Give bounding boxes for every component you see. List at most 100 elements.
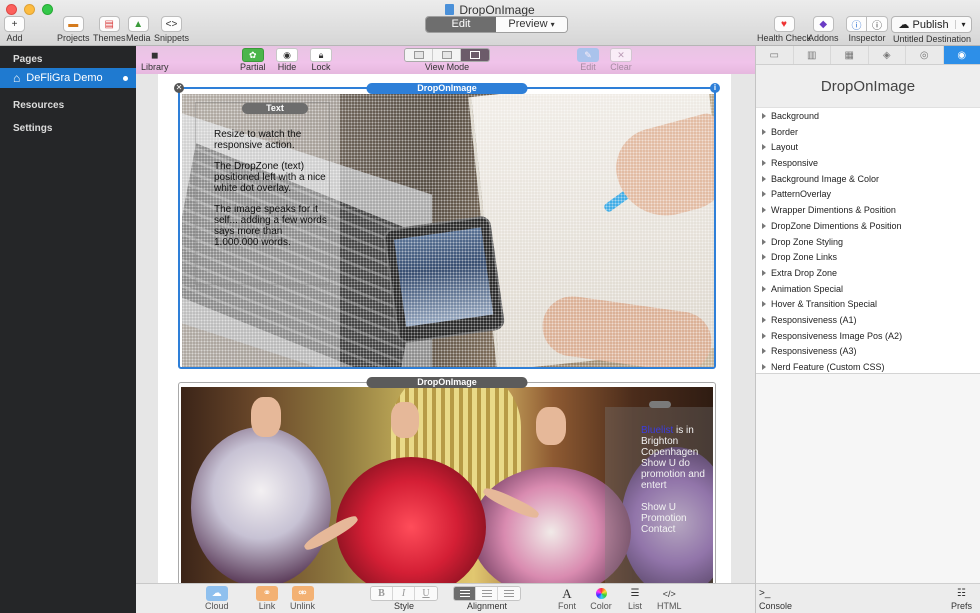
hero-image-laptop: Text Resize to watch the responsive acti… bbox=[182, 94, 714, 367]
cloud-button[interactable]: ☁ Cloud bbox=[205, 586, 229, 611]
tab-stack[interactable]: ◉ bbox=[943, 46, 980, 64]
align-center-button[interactable] bbox=[476, 587, 498, 600]
drop-on-image-zone-1[interactable]: Text Resize to watch the responsive acti… bbox=[174, 83, 720, 369]
view-mode-small[interactable] bbox=[405, 49, 433, 61]
inspector-section-item[interactable]: PatternOverlay bbox=[756, 187, 980, 203]
font-button[interactable]: A Font bbox=[556, 586, 578, 612]
unlink-button[interactable]: ⚮ Unlink bbox=[290, 586, 315, 611]
tab-target[interactable]: ◎ bbox=[906, 46, 944, 64]
inspector-section-item[interactable]: Animation Special bbox=[756, 282, 980, 298]
sidebar-page-label: DeFliGra Demo bbox=[26, 72, 103, 84]
inspector-section-item[interactable]: Responsiveness Image Pos (A2) bbox=[756, 329, 980, 345]
wrapper-icon: ▦ bbox=[844, 49, 854, 61]
prefs-button[interactable]: ☷ Prefs bbox=[951, 586, 972, 611]
hero-image-dancers: Bluelist is in Brighton Copenhagen Show … bbox=[181, 387, 713, 583]
tab-tag[interactable]: ◈ bbox=[869, 46, 906, 64]
publish-button[interactable]: ☁ Publish ▾ bbox=[891, 16, 972, 33]
sidebar-item-resources[interactable]: Resources bbox=[0, 94, 136, 117]
inspector-section-label: Background Image & Color bbox=[771, 173, 880, 184]
side-zone-handle[interactable] bbox=[649, 401, 671, 408]
text-zone-label[interactable]: Text bbox=[242, 103, 308, 114]
partial-label: Partial bbox=[240, 62, 266, 72]
inspector-section-item[interactable]: Layout bbox=[756, 140, 980, 156]
inspector-section-item[interactable]: Drop Zone Styling bbox=[756, 235, 980, 251]
disclosure-triangle-icon bbox=[762, 332, 766, 339]
chevron-down-icon[interactable]: ▾ bbox=[955, 20, 971, 29]
bold-button[interactable]: B bbox=[371, 587, 393, 600]
console-button[interactable]: >_ Console bbox=[759, 586, 792, 611]
addons-button[interactable]: ◆ Addons bbox=[808, 16, 839, 43]
media-icon: ▲ bbox=[127, 16, 149, 32]
list-button[interactable]: ☰ List bbox=[624, 586, 646, 611]
inspector-section-item[interactable]: Drop Zone Links bbox=[756, 250, 980, 266]
publish-main[interactable]: ☁ Publish bbox=[892, 18, 955, 31]
cloud-icon: ☁ bbox=[205, 586, 228, 601]
inspector-section-item[interactable]: DropZone Dimentions & Position bbox=[756, 219, 980, 235]
lock-button[interactable]: 🔒︎ Lock bbox=[310, 48, 332, 72]
tab-layout[interactable]: ▥ bbox=[794, 46, 831, 64]
health-check-button[interactable]: ♥ Health Check bbox=[757, 16, 811, 43]
inspector-section-item[interactable]: Background Image & Color bbox=[756, 172, 980, 188]
side-text[interactable]: Bluelist is in Brighton Copenhagen Show … bbox=[641, 425, 713, 546]
sidebar: Pages ⌂ DeFliGra Demo Resources Settings bbox=[0, 46, 136, 613]
dancer-shape bbox=[191, 427, 331, 583]
inspector-tabs: ▭ ▥ ▦ ◈ ◎ ◉ bbox=[756, 46, 980, 65]
color-button[interactable]: Color bbox=[590, 586, 612, 611]
view-mode-medium[interactable] bbox=[433, 49, 461, 61]
projects-button[interactable]: ▬ Projects bbox=[57, 16, 90, 43]
upload-icon: ☁ bbox=[898, 19, 910, 31]
info-icon: ⓘ bbox=[846, 16, 867, 32]
partial-button[interactable]: ✿ Partial bbox=[240, 48, 266, 72]
sliders-icon: ☷ bbox=[957, 588, 966, 599]
zone-label[interactable]: DropOnImage bbox=[366, 83, 528, 94]
inspector-section-item[interactable]: Border bbox=[756, 125, 980, 141]
page-icon: ▭ bbox=[769, 49, 779, 61]
drop-on-image-zone-2[interactable]: Bluelist is in Brighton Copenhagen Show … bbox=[178, 377, 716, 583]
skin-shape bbox=[251, 397, 281, 437]
inspector-section-item[interactable]: Background bbox=[756, 109, 980, 125]
library-button[interactable]: ◼ Library bbox=[141, 48, 169, 73]
inspector-section-item[interactable]: Responsive bbox=[756, 156, 980, 172]
side-highlight: Bluelist bbox=[641, 425, 674, 436]
edit-button[interactable]: ✎ Edit bbox=[577, 48, 599, 72]
inspector-button[interactable]: ⓘ ⓘ Inspector bbox=[846, 16, 888, 43]
window-title-text: DropOnImage bbox=[459, 3, 535, 17]
inspector-section-item[interactable]: Hover & Transition Special bbox=[756, 297, 980, 313]
link-button[interactable]: ⚭ Link bbox=[256, 586, 278, 611]
view-mode-full[interactable] bbox=[461, 49, 489, 61]
edit-preview-toggle: Edit Preview ▾ bbox=[425, 16, 568, 33]
add-button[interactable]: + Add bbox=[4, 16, 25, 43]
zone-label[interactable]: DropOnImage bbox=[366, 377, 528, 388]
align-left-button[interactable] bbox=[454, 587, 476, 600]
inspector-section-item[interactable]: Responsiveness (A3) bbox=[756, 344, 980, 360]
inspector-section-item[interactable]: Responsiveness (A1) bbox=[756, 313, 980, 329]
inspector-section-label: Nerd Feature (Custom CSS) bbox=[771, 362, 885, 372]
html-button[interactable]: </> HTML bbox=[657, 586, 682, 612]
inspector-section-label: Wrapper Dimentions & Position bbox=[771, 205, 896, 216]
inspector-section-label: Responsive bbox=[771, 158, 819, 169]
hide-button[interactable]: ◉ Hide bbox=[276, 48, 298, 72]
terminal-icon: >_ bbox=[759, 588, 771, 599]
edit-mode-button[interactable]: Edit bbox=[426, 17, 496, 32]
inspector-section-item[interactable]: Wrapper Dimentions & Position bbox=[756, 203, 980, 219]
themes-button[interactable]: ▤ Themes bbox=[93, 16, 126, 43]
preview-mode-button[interactable]: Preview ▾ bbox=[496, 17, 567, 32]
style-label: Style bbox=[393, 601, 414, 611]
inspector-section-item[interactable]: Extra Drop Zone bbox=[756, 266, 980, 282]
close-icon[interactable]: ✕ bbox=[174, 83, 184, 93]
underline-button[interactable]: U bbox=[415, 587, 437, 600]
overlay-text[interactable]: Resize to watch the responsive action. T… bbox=[214, 129, 329, 258]
align-right-button[interactable] bbox=[498, 587, 520, 600]
alignment-label: Alignment bbox=[466, 601, 508, 611]
sidebar-page-current[interactable]: ⌂ DeFliGra Demo bbox=[0, 68, 136, 88]
clear-button[interactable]: ✕ Clear bbox=[610, 48, 632, 72]
tab-wrapper[interactable]: ▦ bbox=[831, 46, 869, 64]
italic-button[interactable]: I bbox=[393, 587, 415, 600]
info-icon[interactable]: i bbox=[710, 83, 720, 93]
tab-page[interactable]: ▭ bbox=[756, 46, 794, 64]
sidebar-item-settings[interactable]: Settings bbox=[0, 117, 136, 140]
clear-label: Clear bbox=[610, 62, 632, 72]
stack-icon: ◉ bbox=[957, 49, 967, 61]
snippets-button[interactable]: <> Snippets bbox=[154, 16, 189, 43]
media-button[interactable]: ▲ Media bbox=[126, 16, 151, 43]
